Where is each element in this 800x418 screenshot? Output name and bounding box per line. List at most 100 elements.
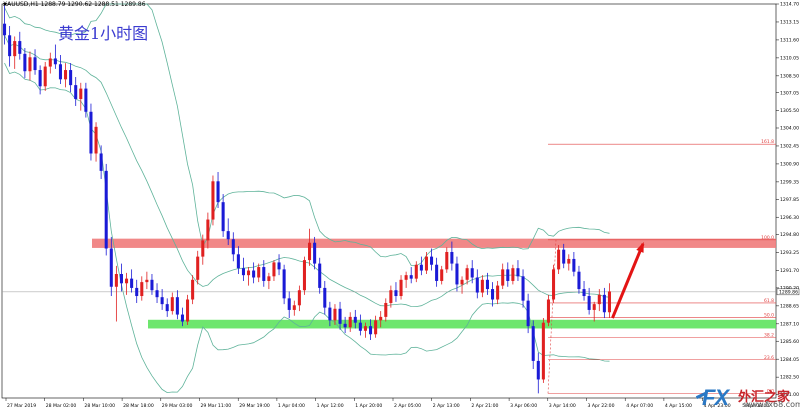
candle-body[interactable] (582, 289, 586, 297)
candle-body[interactable] (282, 269, 286, 299)
candle-body[interactable] (414, 264, 418, 279)
candle-body[interactable] (79, 88, 83, 100)
candle-body[interactable] (69, 70, 73, 86)
candle-body[interactable] (302, 260, 306, 291)
candle-body[interactable] (247, 270, 251, 276)
candle-body[interactable] (435, 264, 439, 281)
candle-body[interactable] (99, 153, 103, 171)
candle-body[interactable] (119, 274, 123, 284)
candle-body[interactable] (404, 275, 408, 280)
candle-body[interactable] (150, 279, 154, 291)
candlestick-chart[interactable]: 161.8100.061.850.038.223.60.01314.701313… (0, 0, 800, 413)
candle-body[interactable] (567, 258, 571, 264)
candle-body[interactable] (379, 316, 383, 321)
candle-body[interactable] (292, 305, 296, 310)
candle-body[interactable] (201, 240, 205, 257)
candle-body[interactable] (84, 88, 88, 112)
candle-body[interactable] (155, 290, 159, 298)
candle-body[interactable] (399, 279, 403, 297)
candle-body[interactable] (374, 320, 378, 335)
candle-body[interactable] (135, 287, 139, 297)
candle-body[interactable] (460, 279, 464, 285)
candle-body[interactable] (221, 202, 225, 232)
candle-body[interactable] (130, 278, 134, 288)
candle-body[interactable] (257, 267, 261, 278)
candle-body[interactable] (363, 326, 367, 331)
candle-body[interactable] (145, 279, 149, 283)
candle-body[interactable] (475, 277, 479, 293)
candle-body[interactable] (206, 219, 210, 241)
candle-body[interactable] (196, 256, 200, 280)
candle-body[interactable] (262, 267, 266, 281)
candle-body[interactable] (506, 269, 510, 281)
candle-body[interactable] (23, 53, 27, 72)
candle-body[interactable] (165, 304, 169, 312)
candle-body[interactable] (562, 249, 566, 264)
candle-body[interactable] (287, 298, 291, 310)
candle-body[interactable] (369, 326, 373, 335)
candle-body[interactable] (272, 262, 276, 277)
candle-body[interactable] (140, 282, 144, 297)
candle-body[interactable] (455, 263, 459, 285)
candle-body[interactable] (89, 111, 93, 154)
candle-body[interactable] (445, 251, 449, 270)
candle-body[interactable] (318, 263, 322, 288)
candle-body[interactable] (384, 302, 388, 317)
candle-body[interactable] (241, 268, 245, 276)
candle-body[interactable] (231, 239, 235, 255)
candle-body[interactable] (501, 269, 505, 286)
candle-body[interactable] (170, 297, 174, 312)
candle-body[interactable] (516, 268, 520, 277)
candle-body[interactable] (546, 299, 550, 323)
candle-body[interactable] (333, 308, 337, 321)
candle-body[interactable] (541, 322, 545, 380)
candle-body[interactable] (572, 258, 576, 272)
candle-body[interactable] (277, 262, 281, 270)
candle-body[interactable] (394, 290, 398, 297)
candle-body[interactable] (440, 269, 444, 281)
candle-body[interactable] (252, 270, 256, 278)
candle-body[interactable] (465, 268, 469, 280)
candle-body[interactable] (38, 70, 42, 87)
candle-body[interactable] (186, 299, 190, 322)
candle-body[interactable] (216, 181, 220, 203)
candle-body[interactable] (526, 300, 530, 327)
candle-body[interactable] (313, 242, 317, 264)
candle-body[interactable] (419, 264, 423, 271)
candle-body[interactable] (94, 126, 98, 154)
candle-body[interactable] (338, 308, 342, 324)
price-chart[interactable]: 161.8 100.0 61.8 50.0 38.2 23.6 0.0 1314.70 1313… (0, 0, 800, 413)
candle-body[interactable] (343, 323, 347, 328)
candle-body[interactable] (424, 256, 428, 271)
candle-body[interactable] (180, 314, 184, 322)
candle-body[interactable] (267, 276, 271, 281)
candle-body[interactable] (64, 70, 68, 80)
candle-body[interactable] (353, 316, 357, 323)
candle-body[interactable] (348, 316, 352, 328)
candle-body[interactable] (470, 268, 474, 278)
candle-body[interactable] (592, 304, 596, 310)
candle-body[interactable] (587, 296, 591, 310)
candle-body[interactable] (109, 248, 113, 287)
candle-body[interactable] (521, 276, 525, 301)
candle-body[interactable] (114, 274, 118, 287)
candle-body[interactable] (53, 58, 57, 65)
candle-body[interactable] (43, 66, 47, 87)
candle-body[interactable] (18, 41, 22, 54)
candle-body[interactable] (496, 285, 500, 300)
candle-body[interactable] (491, 289, 495, 300)
candle-body[interactable] (191, 279, 195, 300)
candle-body[interactable] (323, 287, 327, 308)
candle-body[interactable] (536, 360, 540, 380)
candle-body[interactable] (409, 275, 413, 279)
candle-body[interactable] (308, 242, 312, 261)
candle-body[interactable] (104, 170, 108, 249)
candle-body[interactable] (13, 41, 17, 57)
candle-body[interactable] (389, 290, 393, 303)
candle-body[interactable] (48, 58, 52, 67)
candle-body[interactable] (236, 254, 240, 269)
candle-body[interactable] (430, 256, 434, 265)
candle-body[interactable] (3, 23, 7, 36)
candle-body[interactable] (33, 57, 37, 71)
candle-body[interactable] (226, 231, 230, 240)
